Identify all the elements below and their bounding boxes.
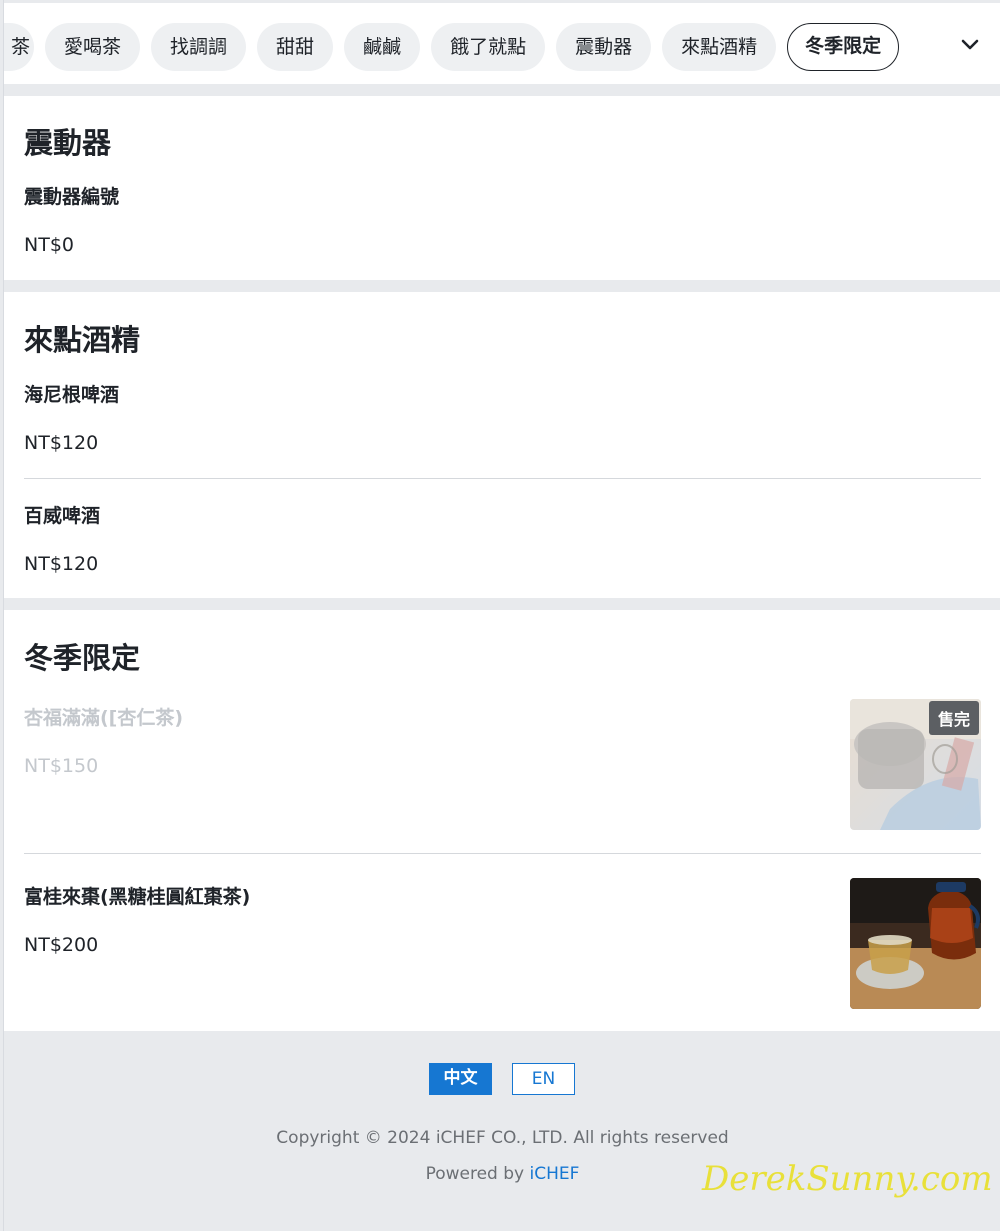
menu-item-sold-out[interactable]: 杏福滿滿([杏仁茶) NT$150 售完 xyxy=(4,610,1000,853)
copyright-text: Copyright © 2024 iCHEF CO., LTD. All rig… xyxy=(276,1128,729,1148)
category-chip[interactable]: 鹹鹹 xyxy=(344,23,421,71)
item-name: 震動器編號 xyxy=(24,186,120,208)
category-chip[interactable]: 甜甜 xyxy=(257,23,334,71)
ichef-link[interactable]: iCHEF xyxy=(530,1164,580,1184)
sold-out-badge: 售完 xyxy=(928,701,979,735)
chevron-down-icon xyxy=(961,39,979,50)
item-name: 百威啤酒 xyxy=(24,505,101,527)
item-price: NT$150 xyxy=(24,755,99,777)
category-chip[interactable]: 愛喝茶 xyxy=(45,23,141,71)
language-zh-button[interactable]: 中文 xyxy=(429,1063,492,1095)
item-price: NT$0 xyxy=(24,234,74,256)
longan-jujube-tea-image xyxy=(850,878,981,1009)
item-photo-almond-tea: 售完 xyxy=(850,699,981,830)
menu-item[interactable]: 海尼根啤酒 NT$120 xyxy=(4,292,1000,478)
menu-page: 茶 愛喝茶 找調調 甜甜 鹹鹹 餓了就點 震動器 來點酒精 冬季限定 震動器 震… xyxy=(3,0,1000,1231)
expand-categories-button[interactable] xyxy=(939,6,1000,84)
item-price: NT$120 xyxy=(24,553,99,575)
watermark: DerekSunny.com xyxy=(702,1159,993,1199)
menu-section: 冬季限定 杏福滿滿([杏仁茶) NT$150 售完 富桂來棗(黑糖桂圓紅棗茶) … xyxy=(4,610,1000,1031)
menu-item[interactable]: 震動器編號 NT$0 xyxy=(4,96,1000,280)
category-chip-active[interactable]: 冬季限定 xyxy=(787,23,900,71)
item-price: NT$120 xyxy=(24,432,99,454)
category-chip-partial[interactable]: 茶 xyxy=(4,23,34,71)
menu-section: 來點酒精 海尼根啤酒 NT$120 百威啤酒 NT$120 xyxy=(4,292,1000,598)
menu-item[interactable]: 百威啤酒 NT$120 xyxy=(4,479,1000,598)
footer: 中文 EN Copyright © 2024 iCHEF CO., LTD. A… xyxy=(4,1031,1000,1231)
item-name: 海尼根啤酒 xyxy=(24,384,120,406)
category-chip[interactable]: 找調調 xyxy=(151,23,247,71)
category-chip[interactable]: 餓了就點 xyxy=(431,23,546,71)
item-name: 杏福滿滿([杏仁茶) xyxy=(24,707,184,729)
item-name: 富桂來棗(黑糖桂圓紅棗茶) xyxy=(24,886,251,908)
category-chip[interactable]: 來點酒精 xyxy=(662,23,777,71)
category-bar: 茶 愛喝茶 找調調 甜甜 鹹鹹 餓了就點 震動器 來點酒精 冬季限定 xyxy=(4,0,1000,84)
powered-by-prefix: Powered by xyxy=(425,1164,530,1184)
item-price: NT$200 xyxy=(24,934,99,956)
category-chip[interactable]: 震動器 xyxy=(556,23,652,71)
menu-item[interactable]: 富桂來棗(黑糖桂圓紅棗茶) NT$200 xyxy=(4,854,1000,1031)
item-photo-longan-jujube-tea xyxy=(850,878,981,1009)
menu-section: 震動器 震動器編號 NT$0 xyxy=(4,96,1000,280)
category-chips: 茶 愛喝茶 找調調 甜甜 鹹鹹 餓了就點 震動器 來點酒精 冬季限定 xyxy=(4,23,910,71)
language-en-button[interactable]: EN xyxy=(512,1063,575,1095)
